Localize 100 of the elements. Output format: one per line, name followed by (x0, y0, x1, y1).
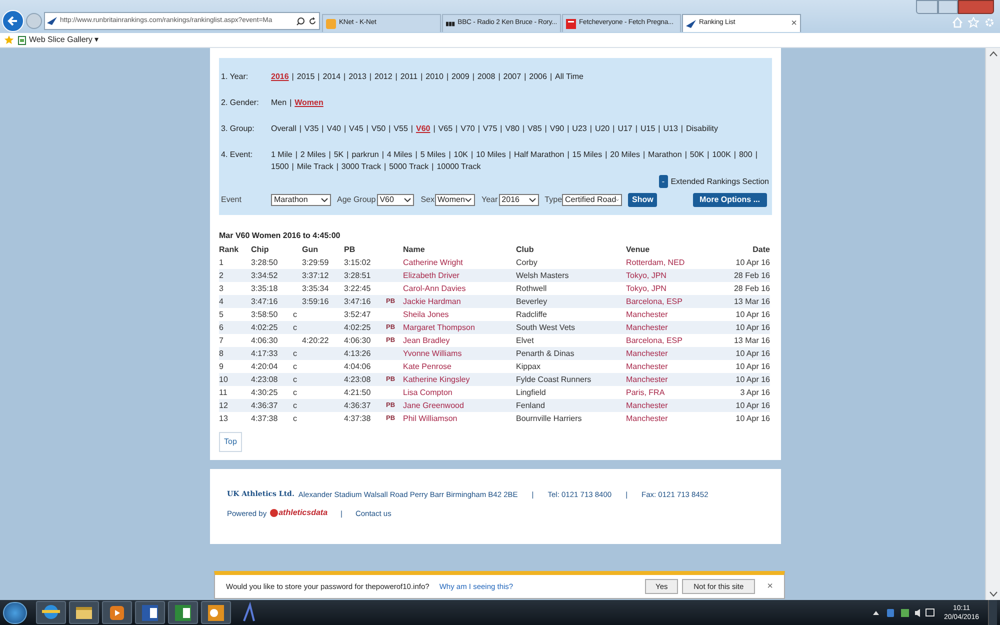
refresh-icon[interactable] (308, 16, 317, 26)
venue-link[interactable]: Manchester (626, 374, 668, 384)
filter-option[interactable]: V60 (416, 123, 430, 135)
filter-option[interactable]: 800 (738, 149, 752, 161)
filter-option[interactable]: 50K (690, 149, 704, 161)
filter-option[interactable]: parkrun (352, 149, 379, 161)
athlete-link[interactable]: Elizabeth Driver (403, 270, 460, 280)
spreadsheet-icon[interactable] (168, 601, 198, 624)
venue-link[interactable]: Manchester (626, 322, 668, 332)
venue-link[interactable]: Manchester (626, 310, 668, 318)
athlete-link[interactable]: Phil Williamson (403, 414, 458, 422)
filter-option[interactable]: V75 (482, 123, 498, 135)
filter-option[interactable]: V35 (304, 123, 319, 135)
filter-option[interactable]: 2006 (529, 71, 547, 83)
filter-option[interactable]: V40 (326, 123, 341, 135)
venue-link[interactable]: Manchester (626, 348, 668, 358)
filter-option[interactable]: 20 Miles (610, 149, 640, 161)
filter-option[interactable]: 2010 (426, 71, 444, 83)
filter-option[interactable]: Disability (686, 123, 718, 135)
dropdown[interactable]: Certified Road (562, 194, 622, 206)
dropdown[interactable]: Women (434, 194, 474, 206)
filter-option[interactable]: Marathon (648, 149, 682, 161)
athlete-link[interactable]: Jane Greenwood (403, 400, 464, 410)
filter-option[interactable]: 15 Miles (572, 149, 602, 161)
more-options-button[interactable]: More Options ... (692, 193, 767, 207)
athlete-link[interactable]: Catherine Wright (403, 258, 463, 266)
venue-link[interactable]: Barcelona, ESP (626, 296, 682, 306)
athlete-link[interactable]: Sheila Jones (403, 310, 449, 318)
filter-option[interactable]: V55 (394, 123, 408, 135)
athlete-link[interactable]: Katherine Kingsley (403, 374, 470, 384)
tray-icons[interactable] (870, 608, 935, 618)
search-icon[interactable] (296, 16, 305, 26)
scrollbar[interactable] (985, 48, 1000, 600)
athlete-link[interactable]: Yvonne Williams (403, 348, 462, 358)
dropdown[interactable]: 2016 (498, 194, 539, 206)
venue-link[interactable]: Manchester (626, 400, 668, 410)
star-icon[interactable] (968, 17, 979, 28)
filter-option[interactable]: Women (294, 97, 324, 109)
browser-icon[interactable] (36, 601, 66, 624)
dropdown[interactable]: V60 (376, 194, 414, 206)
close-button[interactable]: × (767, 579, 773, 594)
venue-link[interactable]: Manchester (626, 362, 668, 370)
filter-option[interactable]: All Time (555, 71, 584, 83)
filter-option[interactable]: V70 (460, 123, 475, 135)
filter-option[interactable]: 5000 Track (389, 161, 429, 173)
athlete-link[interactable]: Carol-Ann Davies (403, 284, 466, 292)
dropdown[interactable]: Marathon (271, 194, 331, 206)
filter-option[interactable]: 2 Miles (300, 149, 326, 161)
filter-option[interactable]: 4 Miles (386, 149, 412, 161)
filter-option[interactable]: 5 Miles (420, 149, 446, 161)
filter-option[interactable]: 10K (454, 149, 468, 161)
venue-link[interactable]: Barcelona, ESP (626, 336, 682, 344)
collapse-button[interactable]: - (658, 175, 668, 188)
filter-option[interactable]: V80 (505, 123, 520, 135)
athlete-link[interactable]: Jackie Hardman (403, 296, 461, 306)
filter-option[interactable]: V85 (528, 123, 542, 135)
back-button[interactable] (2, 10, 24, 32)
favorites-item[interactable]: Web Slice Gallery ▾ (18, 34, 99, 46)
filter-option[interactable]: 2007 (503, 71, 522, 83)
filter-option[interactable]: U20 (594, 123, 610, 135)
filter-option[interactable]: 2008 (477, 71, 496, 83)
filter-option[interactable]: 100K (712, 149, 731, 161)
filter-option[interactable]: 10 Miles (476, 149, 506, 161)
venue-link[interactable]: Manchester (626, 414, 668, 422)
filter-option[interactable]: V45 (349, 123, 364, 135)
media-player-icon[interactable] (102, 601, 132, 624)
filter-option[interactable]: 2015 (296, 71, 315, 83)
filter-option[interactable]: U17 (618, 123, 632, 135)
filter-option[interactable]: 2016 (271, 71, 289, 83)
venue-link[interactable]: Tokyo, JPN (626, 284, 666, 292)
athlete-link[interactable]: Jean Bradley (403, 336, 450, 344)
athlete-link[interactable]: Kate Penrose (403, 362, 452, 370)
filter-option[interactable]: U15 (640, 123, 656, 135)
start-button[interactable] (3, 602, 27, 624)
athlete-link[interactable]: Lisa Compton (403, 388, 452, 396)
favorites-star-icon[interactable] (4, 35, 14, 45)
folder-icon[interactable] (69, 601, 99, 624)
mail-icon[interactable] (201, 601, 231, 624)
athlete-link[interactable]: Margaret Thompson (403, 322, 475, 332)
filter-option[interactable]: V65 (438, 123, 453, 135)
filter-option[interactable]: 2009 (452, 71, 470, 83)
venue-link[interactable]: Paris, FRA (626, 388, 665, 396)
filter-option[interactable]: Mile Track (296, 161, 334, 173)
word-processor-icon[interactable] (135, 601, 165, 624)
filter-option[interactable]: 5K (334, 149, 344, 161)
filter-option[interactable]: Overall (271, 123, 296, 135)
top-button[interactable]: Top (219, 432, 242, 452)
filter-option[interactable]: Men (271, 97, 287, 109)
filter-option[interactable]: V50 (371, 123, 386, 135)
filter-option[interactable]: 10000 Track (436, 161, 481, 173)
filter-option[interactable]: 2014 (322, 71, 341, 83)
filter-option[interactable]: Half Marathon (514, 149, 564, 161)
filter-option[interactable]: 2013 (348, 71, 366, 83)
athleticsdata-logo[interactable]: athleticsdata (270, 507, 328, 520)
show-button[interactable]: Show (628, 193, 658, 207)
filter-option[interactable]: V90 (550, 123, 564, 135)
venue-link[interactable]: Rotterdam, NED (626, 258, 685, 266)
filter-option[interactable]: 2012 (374, 71, 392, 83)
filter-option[interactable]: 1500 (271, 161, 289, 173)
filter-option[interactable]: 3000 Track (341, 161, 381, 173)
